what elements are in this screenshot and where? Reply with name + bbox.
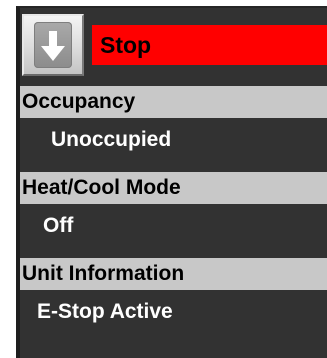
unit-information-value: E-Stop Active (37, 300, 173, 323)
occupancy-value: Unoccupied (51, 128, 172, 151)
heat-cool-mode-header: Heat/Cool Mode (20, 172, 327, 204)
arrow-down-icon (34, 22, 72, 68)
status-indicator: Stop (92, 25, 327, 65)
heat-cool-mode-value: Off (43, 214, 74, 237)
status-row: Stop (20, 10, 327, 76)
unit-information-header: Unit Information (20, 258, 327, 290)
status-label: Stop (100, 32, 152, 58)
down-arrow-button[interactable] (22, 14, 84, 76)
occupancy-header: Occupancy (20, 86, 327, 118)
unit-status-panel: Stop Occupancy Unoccupied Heat/Cool Mode… (16, 6, 327, 358)
